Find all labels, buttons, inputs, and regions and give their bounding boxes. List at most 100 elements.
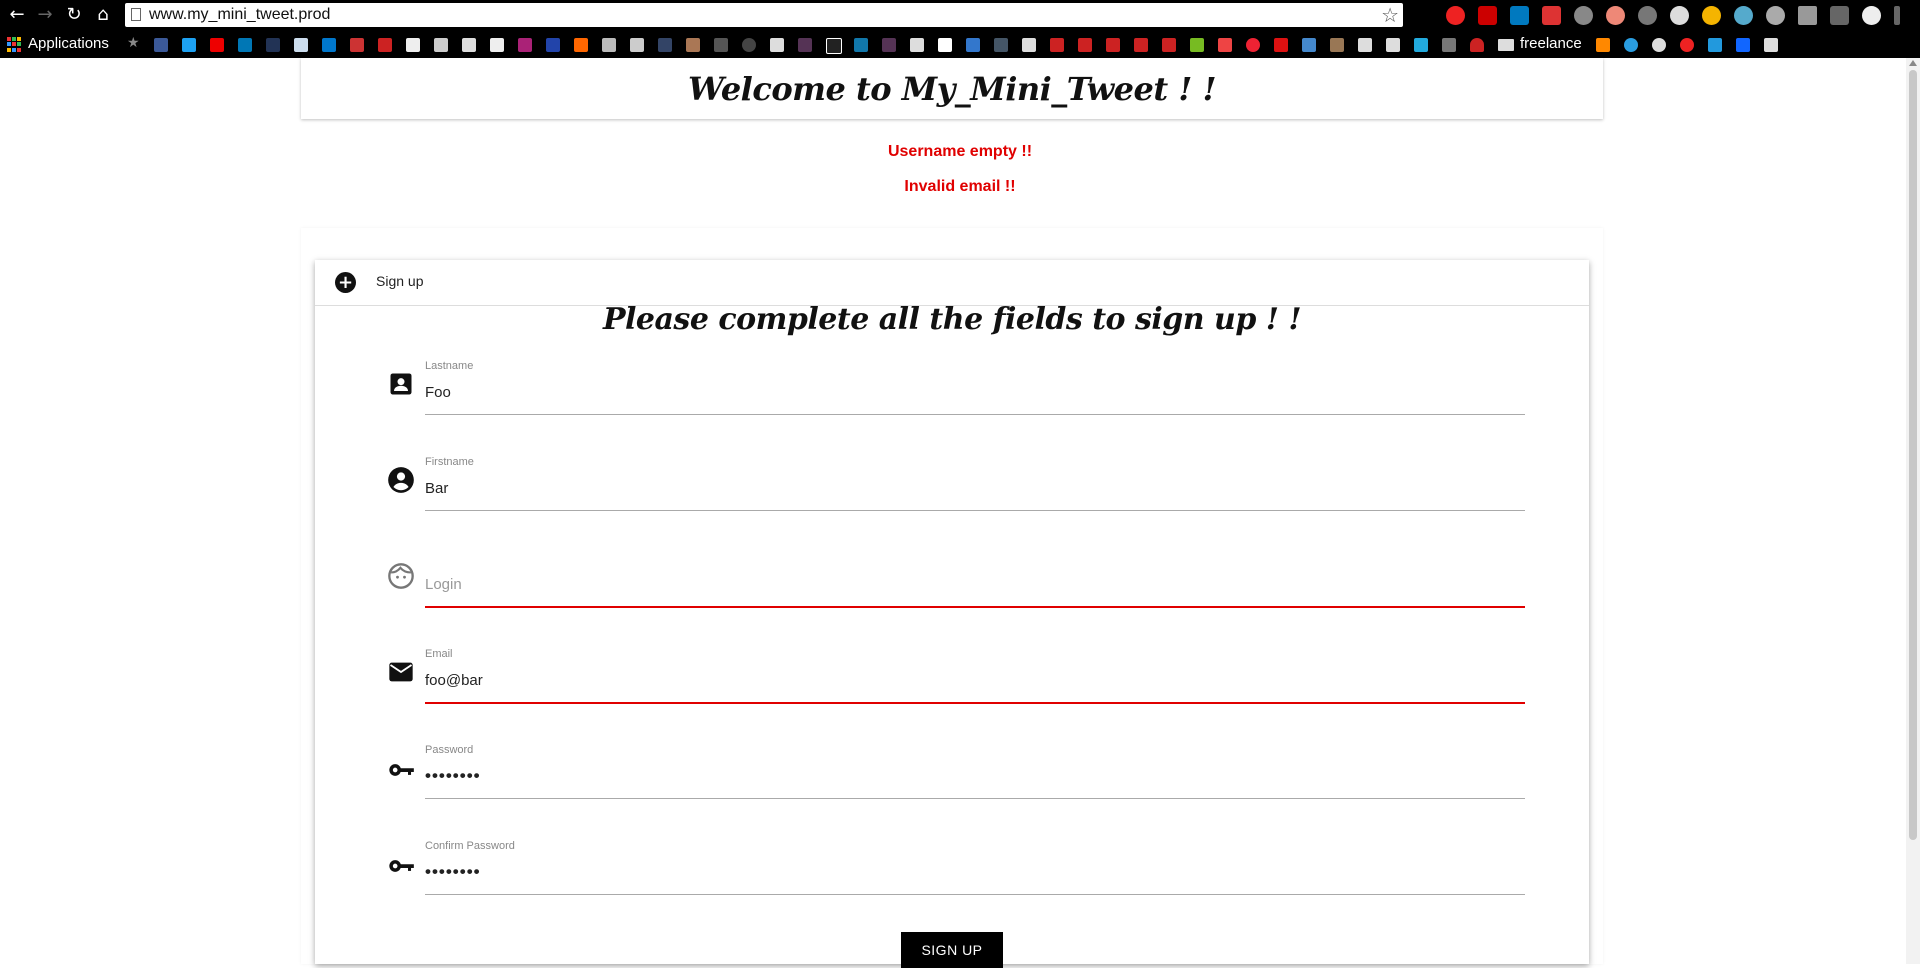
bookmark-icon[interactable] [1022, 38, 1036, 52]
bookmark-icon[interactable] [798, 38, 812, 52]
extension-icon[interactable] [1446, 6, 1465, 25]
lastname-value: Foo [425, 384, 451, 401]
bookmark-icon[interactable] [658, 38, 672, 52]
firstname-field[interactable]: Firstname Bar [315, 454, 1589, 514]
js-bookmark-icon[interactable] [1050, 38, 1064, 52]
bookmark-icon[interactable] [1218, 38, 1232, 52]
extension-icon[interactable] [1702, 6, 1721, 25]
extension-icon[interactable] [1638, 6, 1657, 25]
scroll-thumb[interactable] [1909, 70, 1917, 840]
confirm-password-field[interactable]: Confirm Password •••••••• [315, 838, 1589, 898]
confirm-password-label: Confirm Password [425, 840, 515, 852]
telegram-icon[interactable] [1624, 38, 1638, 52]
bookmark-icon[interactable] [574, 38, 588, 52]
bookmark-icon[interactable] [1246, 38, 1260, 52]
bookmark-icon[interactable] [518, 38, 532, 52]
bookmark-icon[interactable] [1470, 38, 1484, 52]
js-bookmark-icon[interactable] [1162, 38, 1176, 52]
twitter-icon[interactable] [182, 38, 196, 52]
bookmark-icon[interactable] [378, 38, 392, 52]
bookmark-icon[interactable] [686, 38, 700, 52]
extension-icon[interactable] [1574, 6, 1593, 25]
bookmark-icon[interactable] [322, 38, 336, 52]
login-field[interactable]: Login [315, 550, 1589, 610]
cors-icon[interactable] [1542, 6, 1561, 25]
bookmark-icon[interactable] [350, 38, 364, 52]
youtube-icon[interactable] [210, 38, 224, 52]
bookmark-icon[interactable] [546, 38, 560, 52]
bookmark-icon[interactable] [966, 38, 980, 52]
email-icon [389, 662, 413, 682]
page-scrollbar[interactable] [1906, 58, 1920, 964]
bookmark-icon[interactable] [462, 38, 476, 52]
folder-icon [1498, 39, 1514, 51]
bookmark-icon[interactable] [910, 38, 924, 52]
bookmark-icon[interactable] [1736, 38, 1750, 52]
facebook-icon[interactable] [154, 38, 168, 52]
signup-button[interactable]: Sign up [901, 932, 1003, 968]
email-field[interactable]: Email foo@bar [315, 646, 1589, 706]
extension-icon[interactable] [1798, 6, 1817, 25]
add-circle-icon: + [335, 272, 356, 293]
extension-icon[interactable] [1830, 6, 1849, 25]
password-value: •••••••• [425, 766, 481, 785]
bookmark-icon[interactable] [294, 38, 308, 52]
bookmark-icon[interactable] [994, 38, 1008, 52]
bookmark-icon[interactable] [1386, 38, 1400, 52]
extension-icon[interactable] [1670, 6, 1689, 25]
bookmark-icon[interactable] [1358, 38, 1372, 52]
bookmark-icon[interactable] [714, 38, 728, 52]
extension-icon[interactable] [1862, 6, 1881, 25]
bookmark-icon[interactable] [854, 38, 868, 52]
bookmark-icon[interactable] [1442, 38, 1456, 52]
js-bookmark-icon[interactable] [1134, 38, 1148, 52]
js-bookmark-icon[interactable] [1078, 38, 1092, 52]
linkedin-icon[interactable] [238, 38, 252, 52]
extension-icon[interactable] [1766, 6, 1785, 25]
bookmark-icon[interactable] [434, 38, 448, 52]
bookmark-icon[interactable] [1190, 38, 1204, 52]
adblock-icon[interactable] [1478, 6, 1497, 25]
back-arrow-icon[interactable]: ← [6, 4, 28, 26]
lastname-field[interactable]: Lastname Foo [315, 358, 1589, 418]
reload-icon[interactable]: ↻ [63, 4, 85, 26]
extension-icon[interactable] [1734, 6, 1753, 25]
bookmark-star-icon[interactable]: ☆ [1381, 3, 1399, 27]
bookmark-icon[interactable] [1680, 38, 1694, 52]
bookmark-icon[interactable] [1652, 38, 1666, 52]
bookmark-icon[interactable] [1596, 38, 1610, 52]
star-icon[interactable]: ★ [127, 35, 141, 51]
scroll-up-icon[interactable] [1909, 60, 1917, 66]
trello-icon[interactable] [1510, 6, 1529, 25]
home-icon[interactable]: ⌂ [92, 4, 114, 26]
password-field[interactable]: Password •••••••• [315, 742, 1589, 802]
address-bar[interactable]: www.my_mini_tweet.prod ☆ [125, 3, 1403, 27]
panel-header[interactable]: + Sign up [315, 260, 1589, 306]
bookmark-folder-freelance[interactable]: freelance [1520, 35, 1582, 52]
extension-icon[interactable] [1606, 6, 1625, 25]
bookmark-icon[interactable] [1414, 38, 1428, 52]
bookmark-icon[interactable] [490, 38, 504, 52]
bookmark-icon[interactable] [1330, 38, 1344, 52]
bookmark-icon[interactable] [938, 38, 952, 52]
bookmark-icon[interactable] [882, 38, 896, 52]
bookmark-icon[interactable] [826, 38, 842, 54]
bookmark-icon[interactable] [266, 38, 280, 52]
bookmark-icon[interactable] [770, 38, 784, 52]
bookmark-icon[interactable] [630, 38, 644, 52]
apps-label[interactable]: Applications [28, 35, 109, 52]
apps-grid-icon[interactable] [7, 37, 22, 52]
bookmark-icon[interactable] [1708, 38, 1722, 52]
bookmark-icon[interactable] [1764, 38, 1778, 52]
page-icon [131, 8, 141, 21]
forward-arrow-icon[interactable]: → [34, 4, 56, 26]
bookmark-icon[interactable] [602, 38, 616, 52]
field-underline [425, 894, 1525, 895]
js-bookmark-icon[interactable] [1106, 38, 1120, 52]
github-icon[interactable] [742, 38, 756, 52]
bookmark-icon[interactable] [1302, 38, 1316, 52]
email-value: foo@bar [425, 672, 483, 689]
menu-icon[interactable] [1894, 6, 1900, 25]
bookmark-icon[interactable] [1274, 38, 1288, 52]
bookmark-icon[interactable] [406, 38, 420, 52]
